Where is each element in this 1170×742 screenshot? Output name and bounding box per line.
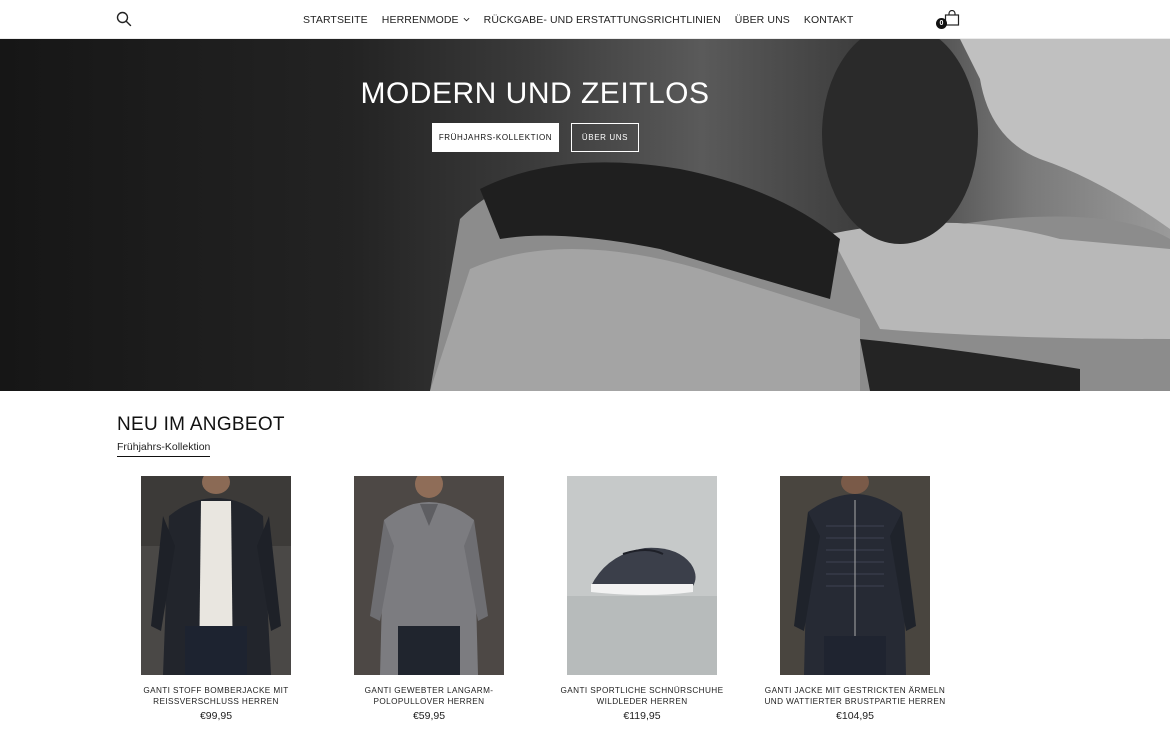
product-image[interactable]: [780, 476, 930, 675]
product-price: €119,95: [623, 710, 661, 722]
main-nav: STARTSEITE HERRENMODE RÜCKGABE- UND ERST…: [303, 0, 853, 39]
hero-banner: MODERN UND ZEITLOS FRÜHJAHRS-KOLLEKTION …: [0, 39, 1170, 391]
product-image[interactable]: [141, 476, 291, 675]
product-price: €59,95: [412, 710, 446, 722]
search-icon[interactable]: [116, 11, 132, 27]
product-price: €104,95: [836, 710, 874, 722]
chevron-down-icon: [463, 17, 470, 22]
site-header: STARTSEITE HERRENMODE RÜCKGABE- UND ERST…: [0, 0, 1170, 39]
cart-count-badge: 0: [936, 18, 947, 29]
nav-item-herrenmode[interactable]: HERRENMODE: [382, 14, 470, 26]
nav-item-ueber-uns[interactable]: ÜBER UNS: [735, 14, 790, 26]
product-price: €99,95: [199, 710, 233, 722]
nav-item-rueckgabe[interactable]: RÜCKGABE- UND ERSTATTUNGSRICHTLINIEN: [484, 14, 721, 26]
product-image[interactable]: [354, 476, 504, 675]
section-title: NEU IM ANGBEOT: [117, 414, 285, 435]
product-name[interactable]: GANTI SPORTLICHE SCHNÜRSCHUHE WILDLEDER …: [542, 685, 742, 707]
tab-spring-collection[interactable]: Frühjahrs-Kollektion: [117, 441, 211, 457]
product-name[interactable]: GANTI GEWEBTER LANGARM-POLOPULLOVER HERR…: [329, 685, 529, 707]
hero-title: MODERN UND ZEITLOS: [360, 77, 710, 110]
product-name[interactable]: GANTI STOFF BOMBERJACKE MIT REISSVERSCHL…: [116, 685, 316, 707]
nav-item-kontakt[interactable]: KONTAKT: [804, 14, 854, 26]
cart-button[interactable]: 0: [936, 9, 962, 31]
product-image[interactable]: [567, 476, 717, 675]
product-name[interactable]: GANTI JACKE MIT GESTRICKTEN ÄRMELN UND W…: [755, 685, 955, 707]
about-us-button[interactable]: ÜBER UNS: [571, 123, 639, 152]
spring-collection-button[interactable]: FRÜHJAHRS-KOLLEKTION: [432, 123, 559, 152]
nav-item-startseite[interactable]: STARTSEITE: [303, 14, 368, 26]
